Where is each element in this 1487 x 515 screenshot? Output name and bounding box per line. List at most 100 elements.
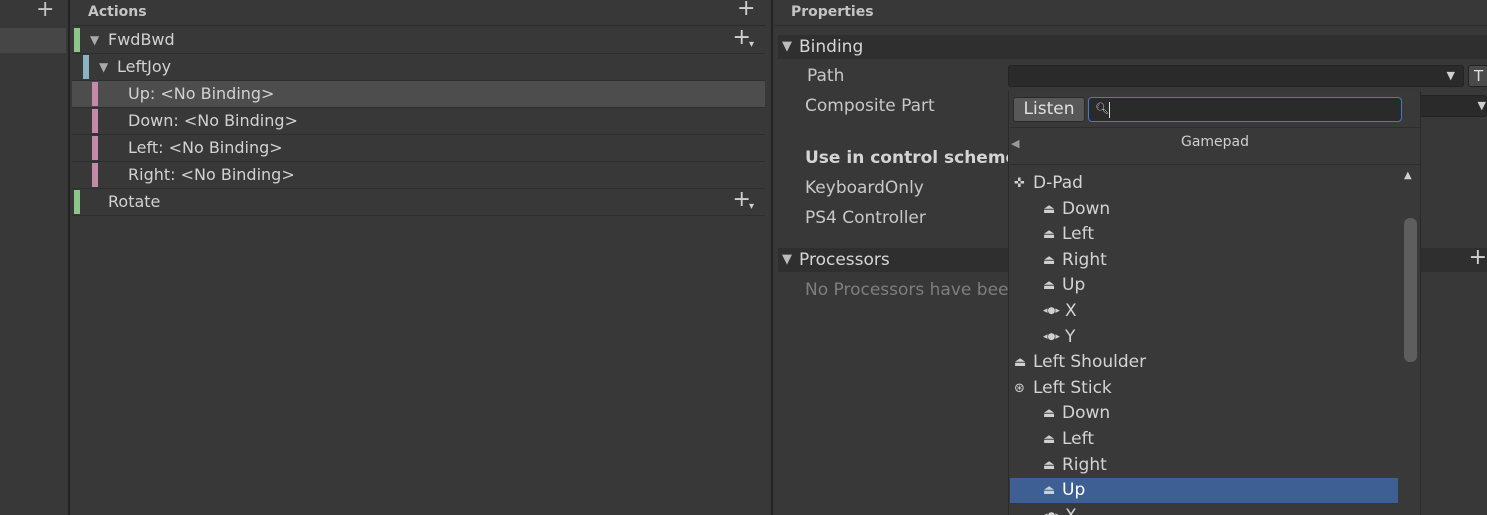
dpad-icon: ✜	[1014, 176, 1025, 191]
add-action-button[interactable]: +	[737, 0, 755, 20]
action-tree-row[interactable]: ▼ LeftJoy	[72, 54, 765, 81]
actions-header: Actions	[72, 0, 765, 26]
button-icon: ⏏	[1043, 278, 1056, 293]
add-binding-button[interactable]: +▾	[733, 187, 756, 217]
axis-icon: ◂●▸	[1043, 306, 1060, 316]
control-list-item[interactable]: ⏏ Right	[1010, 453, 1398, 478]
dropdown-category-title: Gamepad	[1180, 134, 1250, 150]
action-map-selected-item[interactable]	[0, 28, 66, 53]
axis-icon: ◂●▸	[1043, 504, 1060, 515]
divider	[1010, 127, 1420, 128]
row-color-bar	[74, 190, 80, 214]
scheme-ps4-controller[interactable]: PS4 Controller	[805, 208, 926, 228]
action-row-label: Down: <No Binding>	[128, 111, 298, 130]
button-icon: ⏏	[1043, 458, 1056, 473]
control-list-item[interactable]: ⏏ Up	[1010, 273, 1398, 298]
composite-part-label: Composite Part	[805, 96, 935, 116]
control-list-item[interactable]: ◂●▸ Y	[1010, 325, 1398, 350]
processors-section-label: Processors	[799, 250, 890, 270]
panel-divider[interactable]	[771, 0, 773, 515]
divider	[1010, 164, 1420, 165]
panel-divider[interactable]	[68, 0, 70, 515]
row-color-bar	[74, 28, 80, 52]
action-row-label: Up: <No Binding>	[128, 84, 275, 103]
foldout-arrow-icon: ▼	[782, 39, 792, 54]
control-list-item[interactable]: ◂●▸ X	[1010, 504, 1398, 515]
action-row-label: FwdBwd	[108, 30, 175, 49]
action-tree-row[interactable]: Up: <No Binding>	[72, 81, 765, 108]
control-list-item-label: Y	[1065, 327, 1076, 347]
action-tree-row[interactable]: Down: <No Binding>	[72, 108, 765, 135]
add-processor-button[interactable]: +	[1469, 246, 1487, 270]
dropdown-arrow-icon: ▼	[1477, 99, 1486, 112]
control-list-item-label: X	[1065, 504, 1077, 515]
control-list-item-label: X	[1065, 301, 1077, 321]
control-list-item-label: Left Stick	[1033, 378, 1112, 398]
row-color-bar	[92, 163, 98, 187]
control-list-item-label: Right	[1062, 455, 1107, 475]
text-caret	[1109, 102, 1110, 118]
row-color-bar	[92, 109, 98, 133]
control-list-item[interactable]: ⏏ Left	[1010, 427, 1398, 452]
row-color-bar	[92, 82, 98, 106]
control-search-input[interactable]: 🔍︎	[1088, 97, 1402, 122]
button-icon: ⏏	[1043, 432, 1056, 447]
text-mode-toggle-button[interactable]: T	[1468, 65, 1487, 87]
control-list-item[interactable]: ⏏ Right	[1010, 248, 1398, 273]
control-list-item[interactable]: ⏏ Down	[1010, 401, 1398, 426]
dropdown-arrow-icon: ▼	[1446, 69, 1455, 82]
foldout-arrow-icon[interactable]: ▼	[90, 27, 99, 53]
control-list-item[interactable]: ⏏ Down	[1010, 197, 1398, 222]
add-binding-button[interactable]: +▾	[733, 25, 756, 55]
action-tree-row[interactable]: Left: <No Binding>	[72, 135, 765, 162]
control-list-item[interactable]: ⏏ Left	[1010, 222, 1398, 247]
foldout-arrow-icon: ▼	[782, 252, 792, 267]
control-list-item-label: Down	[1062, 403, 1111, 423]
control-list-item-label: Down	[1062, 199, 1111, 219]
action-tree-row[interactable]: ▼ FwdBwd +▾	[72, 25, 765, 55]
button-icon: ⏏	[1043, 483, 1056, 498]
path-dropdown[interactable]: ▼	[1008, 65, 1464, 87]
properties-header: Properties	[775, 0, 1487, 26]
control-list-item-label: D-Pad	[1033, 173, 1083, 193]
action-row-label: LeftJoy	[117, 57, 172, 76]
control-list-item-label: Up	[1062, 275, 1086, 295]
action-tree-row[interactable]: Rotate +▾	[72, 187, 765, 217]
action-row-label: Right: <No Binding>	[128, 165, 295, 184]
row-color-bar	[92, 136, 98, 160]
row-color-bar	[83, 55, 89, 79]
scroll-up-arrow-icon[interactable]: ▲	[1404, 170, 1412, 181]
stick-icon: ⊛	[1014, 381, 1025, 396]
control-list-item[interactable]: ◂●▸ X	[1010, 299, 1398, 324]
control-list-item[interactable]: ⊛ Left Stick	[1010, 376, 1398, 401]
action-tree-row[interactable]: Right: <No Binding>	[72, 162, 765, 189]
button-icon: ⏏	[1043, 202, 1056, 217]
action-maps-panel	[0, 0, 68, 515]
path-label: Path	[807, 66, 845, 86]
button-icon: ⏏	[1043, 253, 1056, 268]
search-icon: 🔍︎	[1095, 102, 1109, 115]
control-list-item[interactable]: ⏏ Left Shoulder	[1010, 350, 1398, 375]
foldout-arrow-icon[interactable]: ▼	[99, 54, 108, 80]
action-row-label: Left: <No Binding>	[128, 138, 283, 157]
scheme-keyboardonly[interactable]: KeyboardOnly	[805, 178, 924, 198]
button-icon: ⏏	[1043, 227, 1056, 242]
button-icon: ⏏	[1043, 406, 1056, 421]
control-list-item-label: Left	[1062, 224, 1094, 244]
control-list-item[interactable]: ✜ D-Pad	[1010, 171, 1398, 196]
binding-section-label: Binding	[799, 37, 864, 57]
axis-icon: ◂●▸	[1043, 332, 1060, 342]
binding-section-header[interactable]: ▼ Binding	[778, 35, 1487, 59]
use-in-control-scheme-label: Use in control scheme	[805, 148, 1018, 168]
listen-button[interactable]: Listen	[1013, 97, 1085, 122]
action-row-label: Rotate	[108, 192, 161, 211]
control-list-item-label: Left	[1062, 429, 1094, 449]
add-action-map-button[interactable]: +	[36, 0, 56, 21]
no-processors-text: No Processors have bee	[805, 280, 1009, 300]
control-list-item-label: Up	[1062, 480, 1086, 500]
control-list-item[interactable]: ⏏ Up	[1010, 478, 1398, 503]
control-list-item-label: Left Shoulder	[1033, 352, 1147, 372]
button-icon: ⏏	[1014, 355, 1027, 370]
control-list-item-label: Right	[1062, 250, 1107, 270]
scrollbar-thumb[interactable]	[1404, 218, 1417, 362]
